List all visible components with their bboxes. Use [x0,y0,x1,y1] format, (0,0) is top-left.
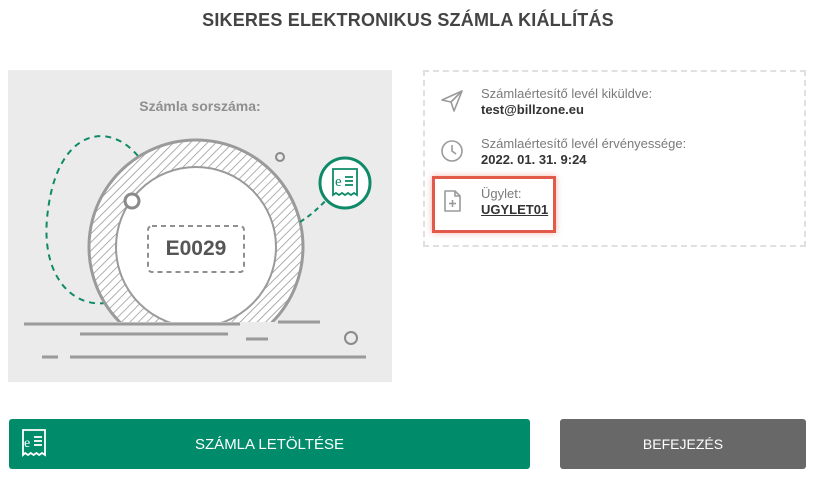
deal-link[interactable]: UGYLET01 [481,202,548,217]
paper-plane-icon [441,90,463,112]
deal-label: Ügylet: [481,186,522,201]
clock-icon [441,140,463,162]
e-invoice-receipt-icon: e [22,429,46,458]
notification-label: Számlaértesítő levél kiküldve: [481,86,653,101]
validity-label: Számlaértesítő levél érvényessége: [481,136,687,151]
notification-email: test@billzone.eu [481,102,584,117]
invoice-number-label: Számla sorszáma: [139,98,261,114]
svg-text:e: e [335,174,342,190]
finish-label: BEFEJEZÉS [642,436,724,452]
svg-text:e: e [24,436,30,451]
invoice-number-illustration: e Számla sorszáma: E0029 [8,70,392,382]
invoice-info-panel: Számlaértesítő levél kiküldve: test@bill… [423,70,806,247]
finish-button[interactable]: BEFEJEZÉS [560,419,806,469]
validity-date: 2022. 01. 31. 9:24 [481,152,587,167]
document-plus-icon [444,190,461,212]
page-title: SIKERES ELEKTRONIKUS SZÁMLA KIÁLLÍTÁS [202,10,614,30]
download-invoice-label: SZÁMLA LETÖLTÉSE [195,435,344,453]
download-invoice-button[interactable]: e SZÁMLA LETÖLTÉSE [9,419,530,469]
invoice-serial-number: E0029 [165,237,227,260]
